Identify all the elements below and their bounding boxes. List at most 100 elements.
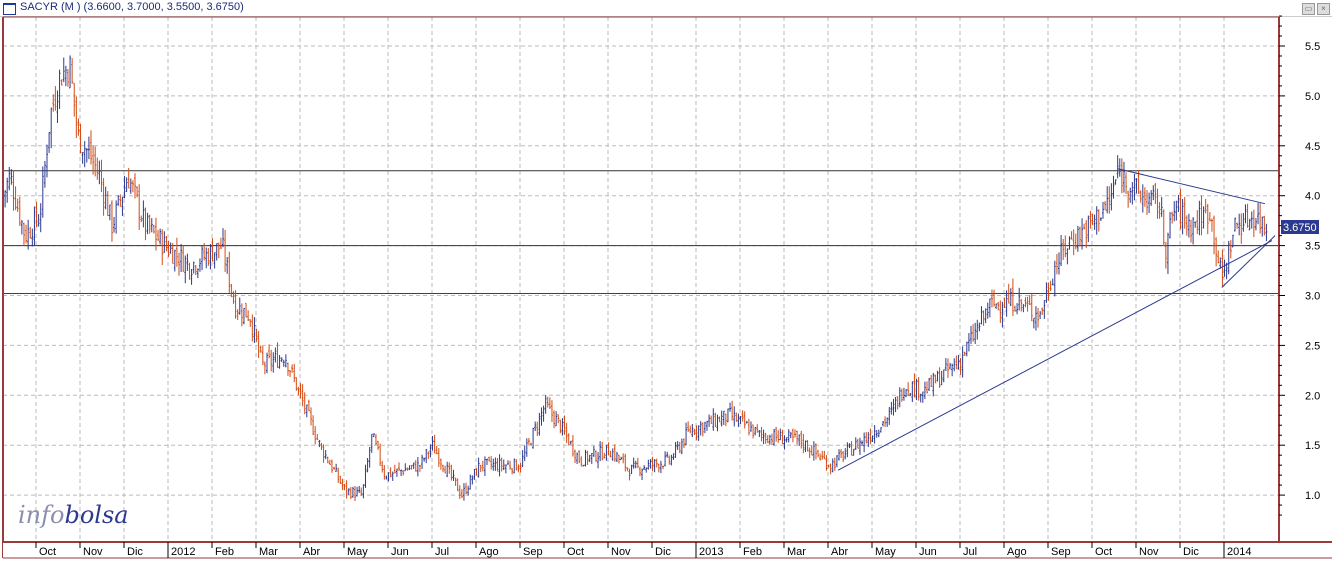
y-tick-label: 4.5 — [1305, 141, 1320, 153]
ohlc-bar — [517, 464, 520, 473]
ohlc-bar — [398, 462, 400, 472]
ohlc-bar — [251, 314, 254, 342]
ohlc-bar — [108, 204, 111, 221]
ohlc-bar — [1133, 173, 1136, 201]
ohlc-bar — [196, 268, 199, 279]
ohlc-bar — [295, 377, 298, 391]
ohlc-bar — [932, 372, 935, 397]
ohlc-bar — [511, 468, 514, 475]
ohlc-bar — [775, 426, 778, 442]
ohlc-bar — [366, 458, 369, 473]
ohlc-bar — [701, 422, 704, 437]
ohlc-bar — [498, 454, 501, 477]
ohlc-bar — [544, 395, 547, 414]
ohlc-bar — [1125, 172, 1128, 195]
ohlc-bar — [314, 425, 317, 445]
ohlc-bar — [756, 424, 759, 433]
ohlc-bar — [896, 396, 899, 410]
ohlc-bar — [779, 428, 782, 441]
trend-line — [1117, 168, 1266, 205]
ohlc-bar — [1020, 298, 1023, 312]
ohlc-bar — [201, 245, 204, 271]
ohlc-bars — [2, 55, 1268, 501]
ohlc-bar — [245, 302, 248, 318]
ohlc-bar — [810, 445, 813, 456]
ohlc-bar — [1158, 202, 1161, 219]
ohlc-bar — [1011, 278, 1014, 316]
ohlc-bar — [747, 418, 750, 436]
ohlc-bar — [1148, 192, 1151, 214]
ohlc-bar — [115, 200, 118, 234]
ohlc-bar — [1066, 248, 1069, 265]
ohlc-bar — [100, 159, 103, 193]
ohlc-bar — [1175, 200, 1178, 221]
trend-line — [1221, 235, 1276, 288]
ohlc-bar — [965, 341, 968, 357]
ohlc-bar — [672, 453, 675, 460]
ohlc-bar — [523, 445, 526, 462]
ohlc-bar — [926, 381, 928, 394]
ohlc-bar — [902, 387, 905, 401]
ohlc-bar — [630, 464, 633, 475]
ohlc-bar — [1263, 215, 1266, 236]
ohlc-bar — [335, 463, 338, 472]
ohlc-bar — [437, 448, 440, 468]
last-price-label: 3.6750 — [1281, 220, 1319, 234]
ohlc-bar — [341, 478, 344, 490]
ohlc-bar — [840, 449, 843, 459]
ohlc-bar — [1265, 223, 1268, 242]
ohlc-bar — [760, 426, 763, 442]
ohlc-bar — [536, 421, 539, 437]
ohlc-bar — [622, 453, 625, 464]
ohlc-bar — [1181, 198, 1184, 235]
ohlc-bar — [500, 457, 503, 472]
infobolsa-logo: infobolsa — [18, 501, 129, 529]
ohlc-bar — [364, 464, 367, 488]
ohlc-bar — [43, 160, 46, 188]
ohlc-bar — [37, 214, 40, 227]
ohlc-bar — [1030, 293, 1033, 322]
ohlc-bar — [458, 485, 461, 500]
ohlc-bar — [1131, 181, 1134, 205]
ohlc-bar — [1261, 216, 1264, 237]
ohlc-bar — [1246, 203, 1249, 228]
ohlc-bar — [1221, 249, 1224, 287]
ohlc-bar — [18, 196, 21, 226]
ohlc-bar — [450, 464, 453, 481]
ohlc-bar — [205, 247, 208, 269]
ohlc-bar — [819, 453, 822, 461]
ohlc-bar — [972, 323, 975, 342]
ohlc-bar — [209, 244, 212, 270]
ohlc-bar — [406, 467, 409, 471]
ohlc-bar — [745, 420, 748, 424]
ohlc-bar — [117, 195, 120, 206]
ohlc-bar — [1229, 240, 1232, 259]
x-tick-label: Jul — [435, 546, 449, 558]
ohlc-bar — [678, 441, 681, 454]
ohlc-bar — [1202, 206, 1205, 229]
ohlc-bar — [374, 434, 377, 446]
ohlc-bar — [574, 449, 576, 463]
ohlc-bar — [592, 445, 595, 457]
ohlc-bar — [611, 448, 614, 461]
ohlc-bar — [234, 290, 237, 319]
ohlc-bar — [1215, 237, 1218, 267]
ohlc-bar — [1058, 252, 1060, 275]
ohlc-bar — [448, 462, 451, 474]
ohlc-bar — [978, 322, 981, 332]
ohlc-bar — [852, 448, 855, 456]
ohlc-bar — [198, 258, 201, 272]
ohlc-bar — [276, 342, 279, 368]
ohlc-bar — [1009, 288, 1012, 307]
chart-window: SACYR (M ) (3.6600, 3.7000, 3.5500, 3.67… — [0, 0, 1332, 561]
ohlc-bar — [559, 419, 562, 434]
x-tick-label: Abr — [303, 546, 320, 558]
ohlc-bar — [1095, 206, 1098, 235]
ohlc-bar — [184, 255, 187, 284]
ohlc-bar — [351, 486, 354, 498]
ohlc-bar — [1051, 278, 1054, 286]
ohlc-bar — [125, 177, 128, 192]
ohlc-bar — [354, 485, 356, 501]
ohlc-bar — [685, 422, 688, 446]
ohlc-bar — [879, 427, 882, 433]
